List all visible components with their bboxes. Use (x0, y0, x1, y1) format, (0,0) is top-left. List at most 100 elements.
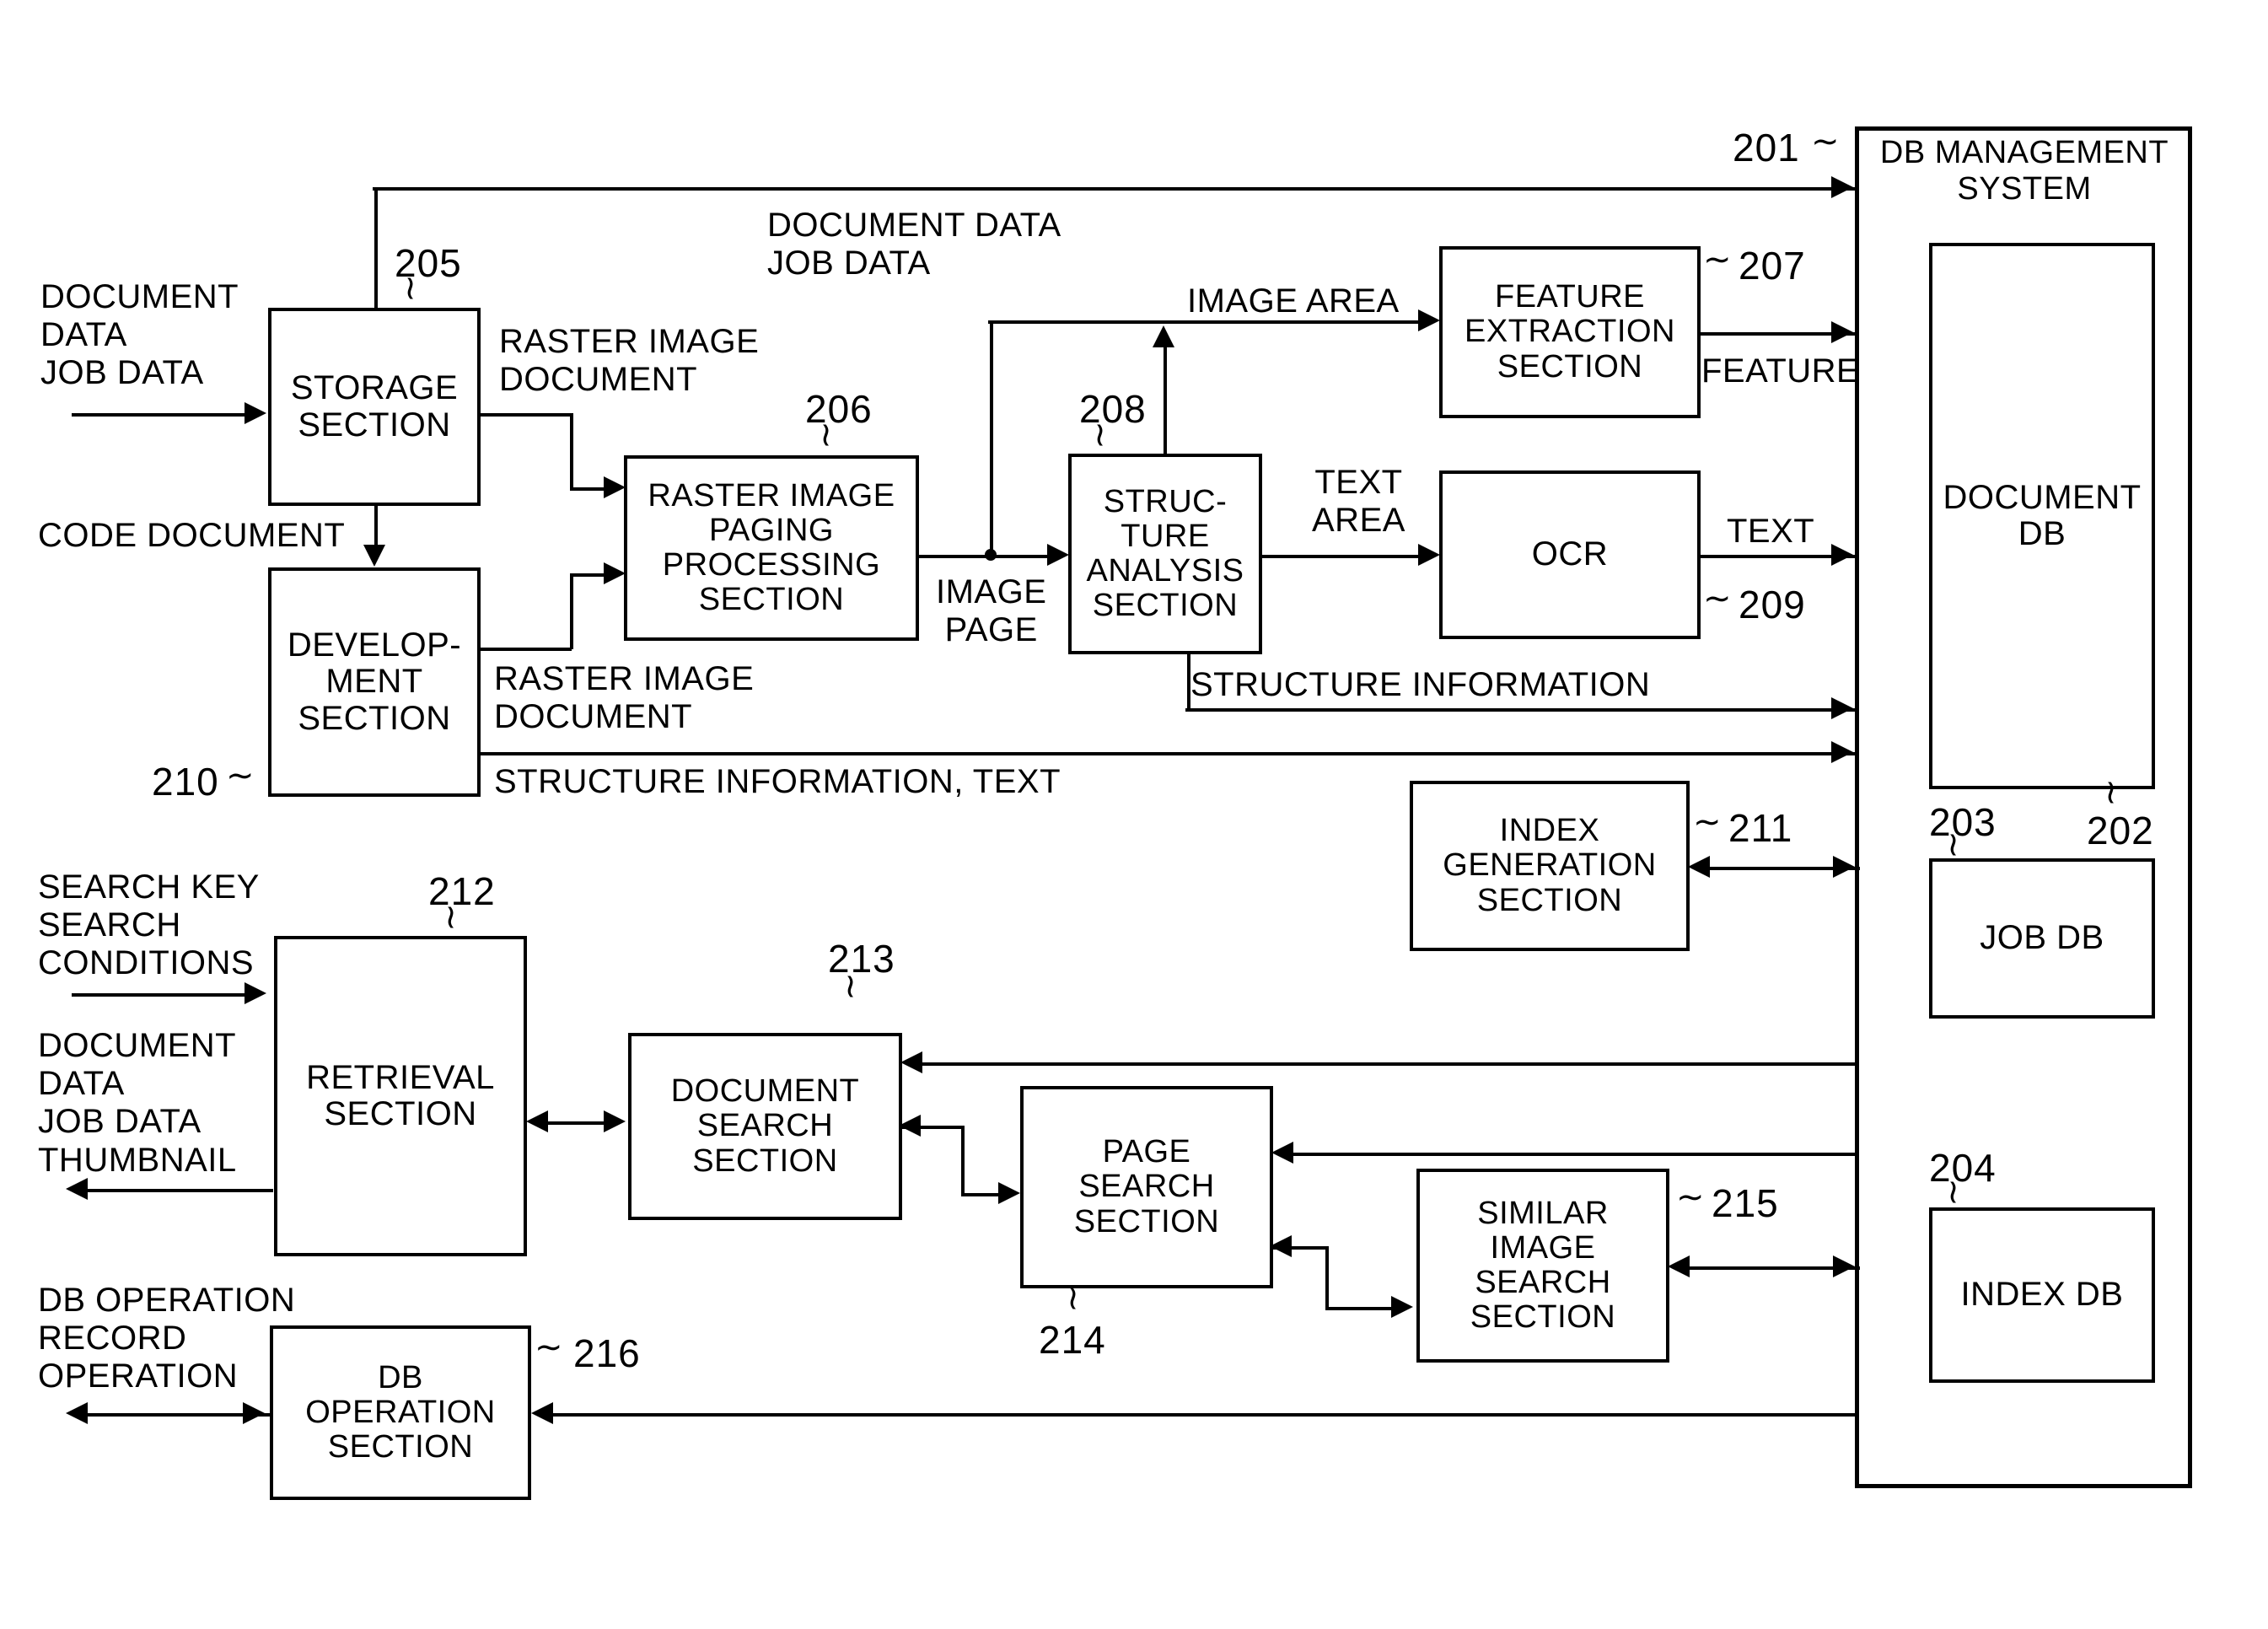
block-development-section: DEVELOP- MENT SECTION (268, 567, 481, 797)
edge-image-page-branch-up (990, 320, 993, 556)
label-text: TEXT (1727, 513, 1815, 550)
block-index-generation-section: INDEX GENERATION SECTION (1410, 781, 1690, 951)
label-search-key-conditions: SEARCH KEY SEARCH CONDITIONS (38, 868, 260, 982)
edge-pagesearch-similar-v (1325, 1246, 1329, 1307)
edge-paging-to-structure (917, 555, 1051, 558)
arrowhead-image-area-to-feature (1418, 309, 1440, 331)
ref-210-leader: ∼ (226, 757, 255, 794)
block-development-section-label: DEVELOP- MENT SECTION (287, 626, 462, 737)
edge-db-to-dboperation (551, 1413, 1858, 1417)
arrowhead-db-to-dboperation (531, 1402, 553, 1424)
edge-structure-up-to-image-area (1164, 347, 1167, 454)
label-image-page: IMAGE PAGE (936, 573, 1047, 649)
ref-206-leader: ∼ (807, 421, 845, 449)
arrowhead-structure-info-text-to-db (1831, 741, 1853, 763)
ref-210: 210 (152, 760, 219, 804)
arrowhead-storage-to-development (363, 545, 385, 567)
arrowhead-db-to-index-generation (1688, 856, 1710, 878)
edge-input-to-storage (72, 413, 245, 417)
ref-211: 211 (1728, 806, 1793, 850)
arrowhead-index-generation-to-db (1833, 856, 1855, 878)
arrowhead-text-to-db (1831, 544, 1853, 566)
ref-214: 214 (1039, 1318, 1106, 1362)
patent-figure-canvas: STORAGE SECTION DEVELOP- MENT SECTION RA… (0, 0, 2268, 1629)
ref-202-leader: ∼ (2092, 778, 2130, 807)
ref-216: 216 (573, 1331, 641, 1375)
arrowhead-dboperation-in (243, 1402, 265, 1424)
arrowhead-doc-job-to-db (1831, 176, 1853, 198)
arrowhead-docsearch-to-pagesearch (998, 1182, 1020, 1204)
arrowhead-dboperation-out (66, 1402, 88, 1424)
block-raster-paging-section-label: RASTER IMAGE PAGING PROCESSING SECTION (648, 477, 895, 618)
ref-211-leader: ∼ (1693, 804, 1722, 841)
edge-development-to-paging-v1 (570, 573, 573, 649)
ref-201-leader: ∼ (1811, 123, 1840, 160)
arrowhead-documentsearch-to-retrieval (526, 1110, 548, 1132)
block-raster-paging-section: RASTER IMAGE PAGING PROCESSING SECTION (624, 455, 919, 641)
block-index-generation-section-label: INDEX GENERATION SECTION (1443, 813, 1657, 918)
block-job-db: JOB DB (1929, 858, 2155, 1019)
edge-db-to-page-search (1293, 1153, 1858, 1156)
arrowhead-structure-info-to-db (1831, 697, 1853, 719)
edge-development-to-paging-h2 (570, 573, 605, 577)
edge-storage-to-paging-v1 (570, 413, 573, 487)
ref-216-leader: ∼ (535, 1329, 563, 1366)
block-similar-image-search-section: SIMILAR IMAGE SEARCH SECTION (1416, 1169, 1669, 1363)
label-structure-information-text: STRUCTURE INFORMATION, TEXT (494, 763, 1061, 800)
arrowhead-input-to-storage (245, 402, 266, 424)
ref-213-leader: ∼ (831, 972, 869, 1001)
block-feature-extraction-section-label: FEATURE EXTRACTION SECTION (1465, 279, 1675, 384)
block-index-db: INDEX DB (1929, 1207, 2155, 1383)
block-similar-image-search-section-label: SIMILAR IMAGE SEARCH SECTION (1470, 1195, 1616, 1336)
arrowhead-structure-to-ocr (1418, 544, 1440, 566)
edge-development-to-paging-h1 (479, 648, 572, 651)
ref-207: 207 (1739, 244, 1806, 288)
arrowhead-db-to-document-search (900, 1051, 922, 1073)
arrowhead-structure-up (1153, 325, 1174, 347)
label-raster-image-document-bottom: RASTER IMAGE DOCUMENT (494, 660, 755, 736)
ref-209-leader: ∼ (1703, 580, 1732, 617)
arrowhead-pagesearch-to-docsearch (899, 1115, 921, 1137)
ref-212-leader: ∼ (432, 903, 470, 932)
edge-structure-to-ocr (1260, 555, 1421, 558)
block-storage-section-label: STORAGE SECTION (290, 369, 459, 444)
ref-201: 201 (1733, 126, 1800, 169)
arrowhead-pagesearch-to-similar (1391, 1296, 1413, 1318)
block-document-search-section-label: DOCUMENT SEARCH SECTION (670, 1073, 860, 1179)
edge-docsearch-pagesearch-v (961, 1126, 965, 1193)
block-page-search-section-label: PAGE SEARCH SECTION (1073, 1134, 1220, 1239)
label-image-area: IMAGE AREA (1187, 282, 1400, 320)
block-page-search-section: PAGE SEARCH SECTION (1020, 1086, 1273, 1288)
label-code-document: CODE DOCUMENT (38, 517, 346, 554)
block-job-db-label: JOB DB (1980, 919, 2104, 957)
label-raster-image-document-top: RASTER IMAGE DOCUMENT (499, 323, 760, 399)
block-index-db-label: INDEX DB (1960, 1276, 2124, 1314)
label-input-document-job: DOCUMENT DATA JOB DATA (40, 278, 239, 392)
edge-structure-down (1187, 653, 1190, 708)
label-text-area: TEXT AREA (1312, 464, 1405, 540)
arrowhead-searchkey-to-retrieval (245, 982, 266, 1004)
ref-214-leader: ∼ (1054, 1284, 1092, 1313)
arrowhead-retrieval-to-output (66, 1178, 88, 1200)
block-structure-analysis-section: STRUC- TURE ANALYSIS SECTION (1068, 454, 1262, 654)
block-storage-section: STORAGE SECTION (268, 308, 481, 506)
label-db-operation-record: DB OPERATION RECORD OPERATION (38, 1282, 296, 1395)
block-ocr-section: OCR (1439, 470, 1701, 639)
ref-215-leader: ∼ (1676, 1179, 1705, 1216)
block-db-management-system-label: DB MANAGEMENT SYSTEM (1879, 135, 2169, 207)
edge-retrieval-to-output (86, 1189, 273, 1192)
edge-docsearch-pagesearch-h-bot (961, 1193, 1002, 1196)
block-document-db-label: DOCUMENT DB (1943, 478, 2142, 552)
arrowhead-db-to-page-search (1271, 1142, 1293, 1164)
edge-searchkey-to-retrieval (72, 993, 245, 997)
ref-202: 202 (2087, 809, 2154, 852)
arrowhead-similar-to-pagesearch (1270, 1235, 1292, 1257)
block-structure-analysis-section-label: STRUC- TURE ANALYSIS SECTION (1086, 483, 1244, 624)
label-feature: FEATURE (1701, 352, 1860, 390)
ref-207-leader: ∼ (1703, 241, 1732, 278)
label-document-job-top: DOCUMENT DATA JOB DATA (767, 207, 1061, 282)
block-db-operation-section-label: DB OPERATION SECTION (305, 1359, 496, 1465)
block-db-operation-section: DB OPERATION SECTION (270, 1325, 531, 1500)
arrowhead-retrieval-to-documentsearch (604, 1110, 626, 1132)
edge-storage-to-paging-h2 (570, 487, 605, 491)
